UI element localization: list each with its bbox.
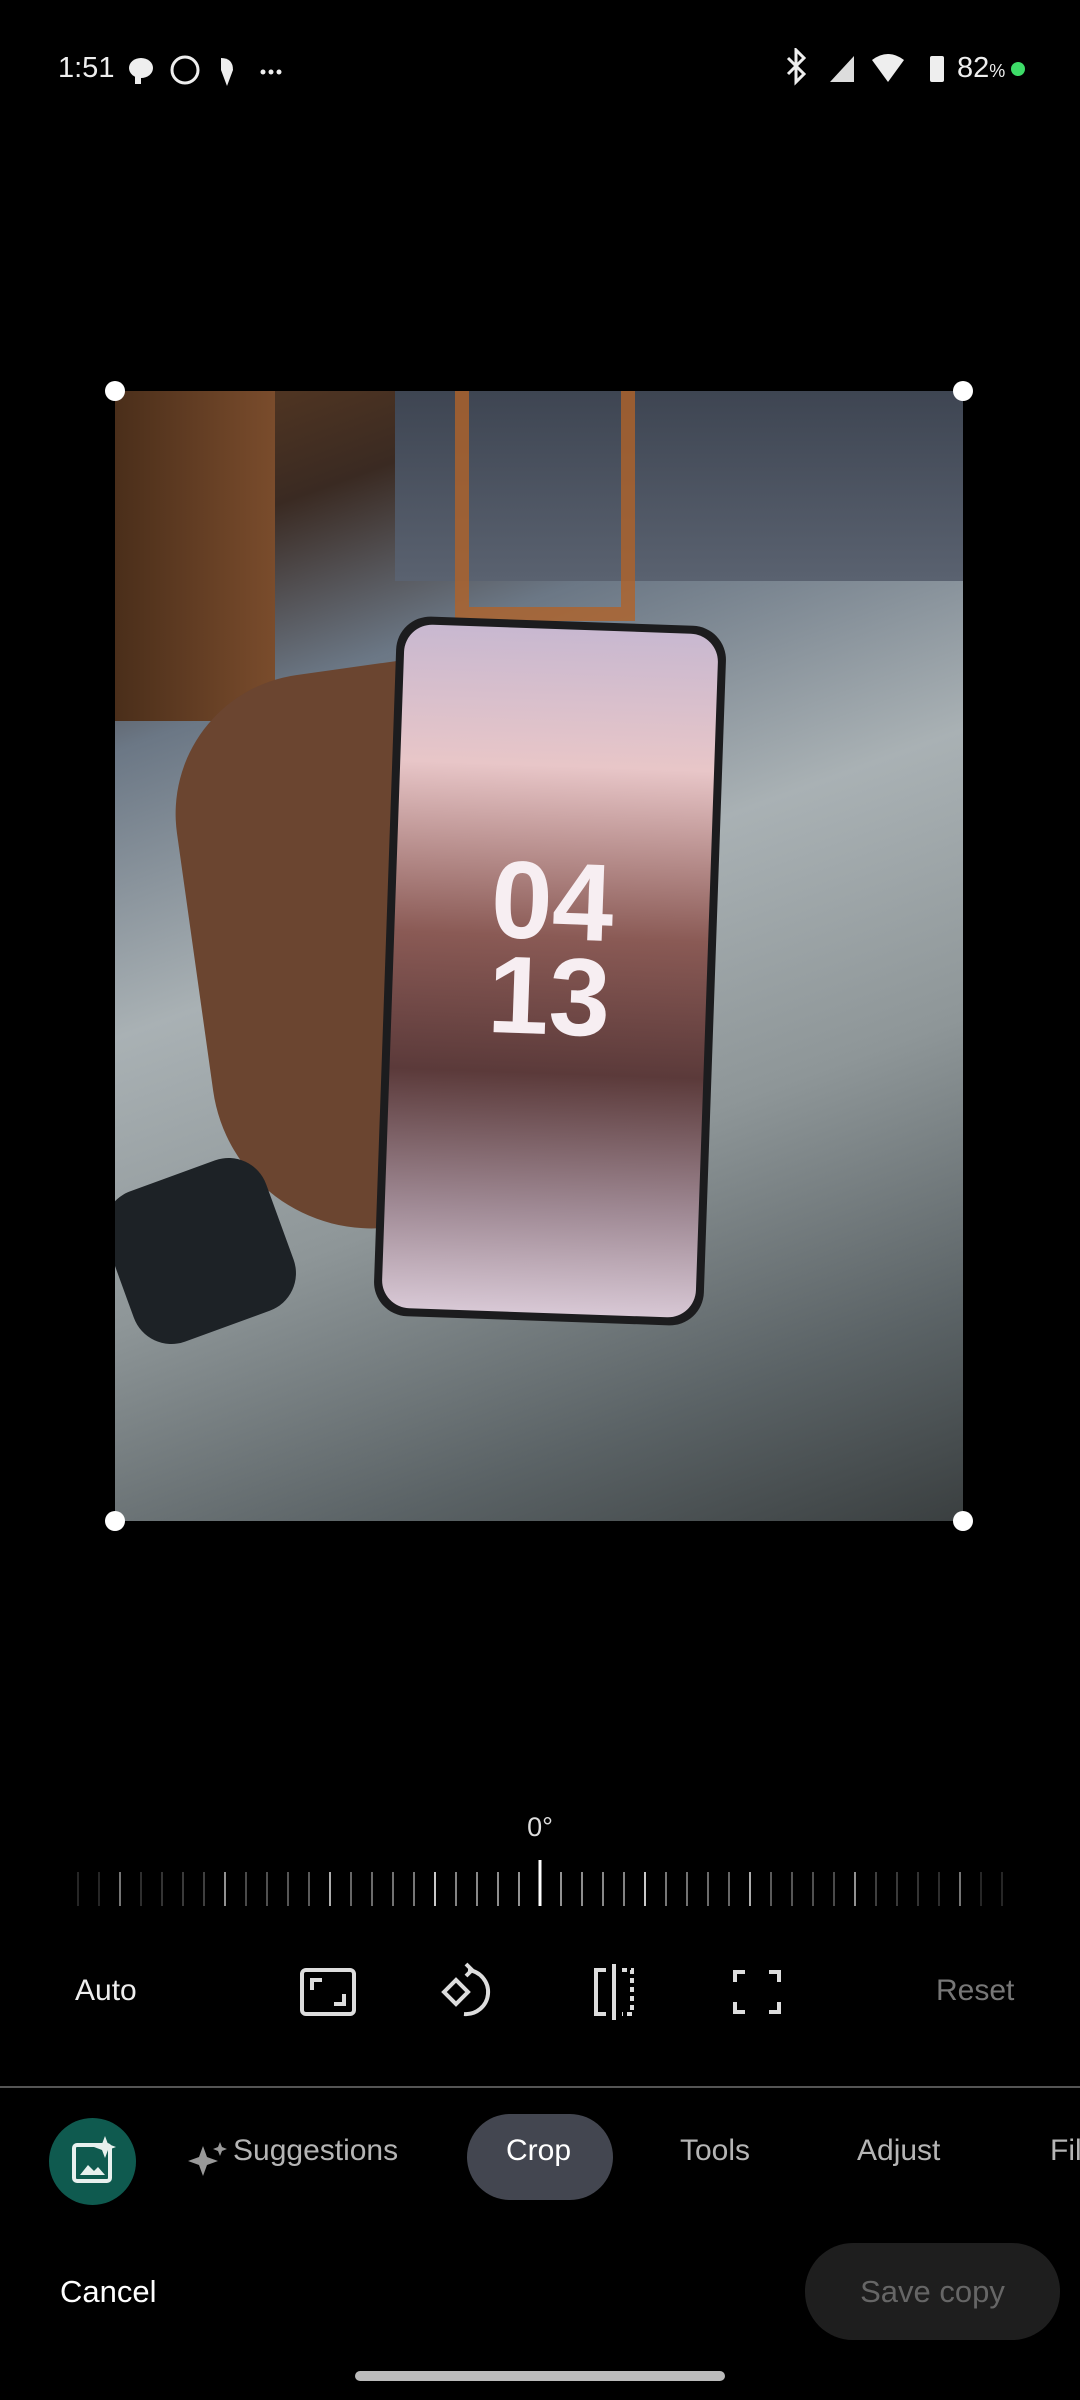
- magic-editor-button[interactable]: [49, 2118, 136, 2205]
- free-crop-icon[interactable]: [725, 1960, 789, 2024]
- more-icon: [260, 69, 282, 75]
- save-copy-button[interactable]: Save copy: [805, 2243, 1060, 2340]
- photo-preview[interactable]: 04 13: [115, 391, 963, 1521]
- tab-adjust[interactable]: Adjust: [857, 2134, 940, 2168]
- phone-clock-minute: 13: [485, 932, 613, 1061]
- magic-editor-icon: [72, 2136, 116, 2183]
- reset-button[interactable]: Reset: [936, 1974, 1014, 2008]
- crop-handle-top-right[interactable]: [953, 381, 973, 401]
- auto-button[interactable]: Auto: [75, 1974, 137, 2008]
- tab-filters[interactable]: Fil: [1050, 2134, 1080, 2168]
- battery-icon: [930, 56, 944, 82]
- rotate-icon[interactable]: [438, 1960, 502, 2024]
- straighten-slider[interactable]: [75, 1860, 1005, 1906]
- photo-cabinet: [115, 391, 275, 721]
- divider: [0, 2086, 1080, 2088]
- tab-crop[interactable]: Crop: [506, 2134, 571, 2168]
- crop-toolbar: Auto Reset: [0, 1960, 1080, 2026]
- battery-unit: %: [989, 61, 1006, 81]
- notification-icons: [129, 55, 282, 86]
- crop-handle-top-left[interactable]: [105, 381, 125, 401]
- status-time: 1:51: [58, 52, 115, 84]
- aspect-ratio-icon[interactable]: [296, 1960, 360, 2024]
- app-notification-icon: [221, 58, 233, 86]
- bluetooth-icon: [786, 48, 807, 86]
- angle-label: 0°: [527, 1812, 553, 1842]
- chat-icon: [129, 58, 153, 84]
- crop-handle-bottom-right[interactable]: [953, 1511, 973, 1531]
- cancel-button[interactable]: Cancel: [60, 2274, 157, 2310]
- crop-handle-bottom-left[interactable]: [105, 1511, 125, 1531]
- tab-suggestions[interactable]: Suggestions: [233, 2134, 398, 2168]
- sparkle-icon: [188, 2142, 227, 2176]
- system-icons: [786, 48, 944, 86]
- privacy-dot: [1011, 62, 1025, 76]
- photo-phone: 04 13: [372, 615, 728, 1327]
- battery-percent: 82%: [957, 52, 1005, 85]
- photo-stand: [455, 391, 635, 621]
- phone-screen: 04 13: [381, 623, 719, 1319]
- wifi-icon: [872, 54, 904, 82]
- whatsapp-icon: [170, 55, 200, 85]
- battery-value: 82: [957, 52, 990, 84]
- flip-icon[interactable]: [582, 1960, 646, 2024]
- save-copy-label: Save copy: [860, 2273, 1005, 2309]
- home-indicator[interactable]: [355, 2371, 725, 2381]
- status-bar: 1:51 82%: [0, 40, 1080, 100]
- tab-tools[interactable]: Tools: [680, 2134, 750, 2168]
- signal-icon: [830, 56, 854, 82]
